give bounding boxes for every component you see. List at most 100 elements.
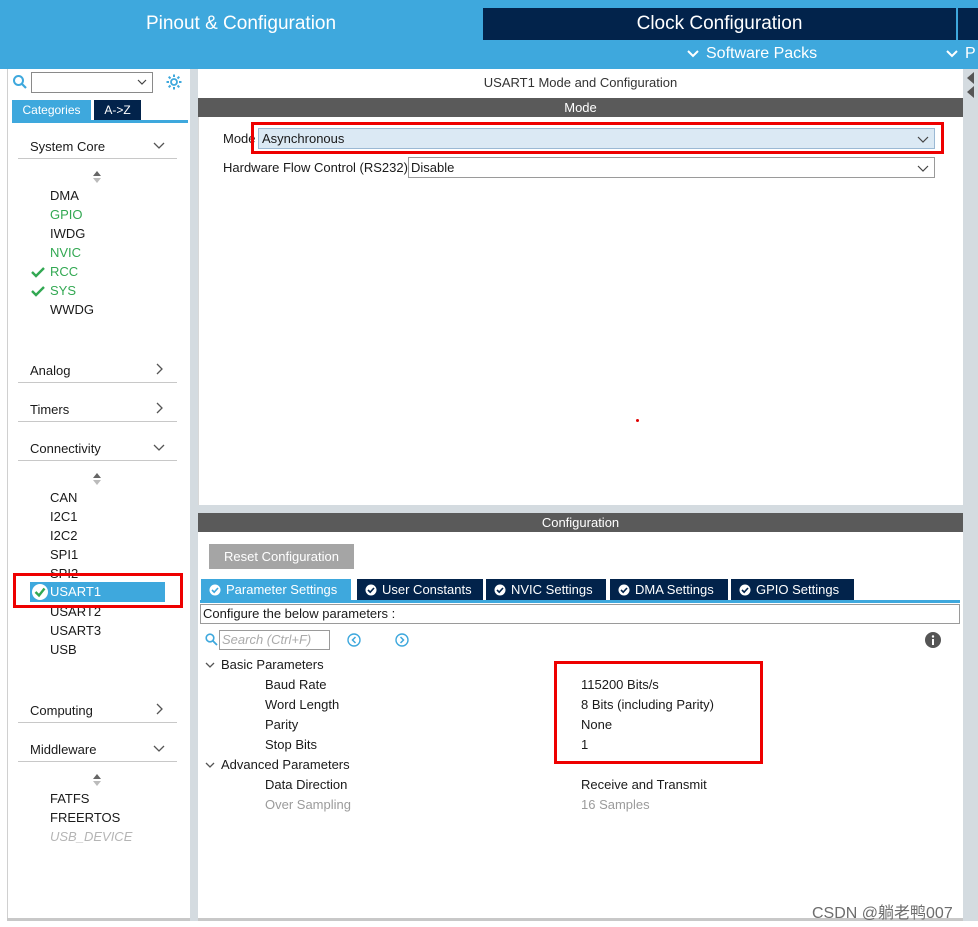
chevron-down-icon <box>946 50 958 58</box>
check-circle-icon <box>365 584 377 595</box>
red-dot-mark <box>636 419 639 422</box>
parameter-search-input[interactable]: Search (Ctrl+F) <box>219 630 330 650</box>
tab-overflow[interactable] <box>958 8 978 40</box>
param-value-data-direction[interactable]: Receive and Transmit <box>581 777 707 792</box>
hw-flow-control-label: Hardware Flow Control (RS232) <box>223 160 408 175</box>
param-name-parity: Parity <box>265 717 299 732</box>
watermark: CSDN @躺老鸭007 <box>812 905 953 922</box>
tab-nvic-settings[interactable]: NVIC Settings <box>486 579 606 600</box>
list-item-usb-device[interactable]: USB_DEVICE <box>50 829 132 844</box>
check-circle-icon <box>209 584 221 595</box>
group-basic-parameters[interactable]: Basic Parameters <box>205 657 324 672</box>
list-item-i2c1[interactable]: I2C1 <box>50 509 77 524</box>
check-icon <box>31 286 45 297</box>
param-name-word-length: Word Length <box>265 697 340 712</box>
tab-dma-settings[interactable]: DMA Settings <box>610 579 728 600</box>
category-label: Analog <box>30 363 71 378</box>
tab-parameter-settings[interactable]: Parameter Settings <box>201 579 351 600</box>
previous-result-icon[interactable] <box>346 632 362 648</box>
category-analog[interactable]: Analog <box>18 358 177 383</box>
tab-label: GPIO Settings <box>756 582 840 597</box>
tab-clock-configuration[interactable]: Clock Configuration <box>483 8 956 40</box>
tab-label: Parameter Settings <box>226 582 338 597</box>
sort-icon[interactable] <box>93 774 101 786</box>
sidebar-bottom-border <box>7 918 190 921</box>
group-label: Advanced Parameters <box>221 757 350 772</box>
category-search-combo[interactable] <box>31 72 153 93</box>
list-item-wwdg[interactable]: WWDG <box>50 302 94 317</box>
check-icon <box>31 267 45 278</box>
chevron-down-icon <box>687 50 699 58</box>
param-name-data-direction: Data Direction <box>265 777 348 792</box>
list-item-i2c2[interactable]: I2C2 <box>50 528 77 543</box>
tab-underline <box>200 600 960 603</box>
tab-underline <box>12 120 188 123</box>
right-collapsed-panel[interactable] <box>963 69 978 921</box>
param-name-over-sampling: Over Sampling <box>265 797 351 812</box>
category-middleware[interactable]: Middleware <box>18 737 177 762</box>
list-item-nvic[interactable]: NVIC <box>50 245 81 260</box>
category-label: Connectivity <box>30 441 101 456</box>
tab-a-to-z[interactable]: A->Z <box>94 100 141 120</box>
tab-gpio-settings[interactable]: GPIO Settings <box>731 579 854 600</box>
category-timers[interactable]: Timers <box>18 397 177 422</box>
tab-label: NVIC Settings <box>511 582 593 597</box>
next-result-icon[interactable] <box>394 632 410 648</box>
chevron-down-icon <box>137 79 147 85</box>
search-icon <box>13 75 27 89</box>
highlight-mode-box <box>251 122 944 154</box>
list-item-can[interactable]: CAN <box>50 490 77 505</box>
category-connectivity[interactable]: Connectivity <box>18 436 177 461</box>
pinout-menu-partial[interactable]: P <box>945 42 976 66</box>
list-item-usart3[interactable]: USART3 <box>50 623 101 638</box>
category-label: Middleware <box>30 742 97 757</box>
list-item-sys[interactable]: SYS <box>50 283 76 298</box>
hw-flow-control-value: Disable <box>411 160 455 175</box>
info-icon[interactable] <box>925 632 941 648</box>
param-value-over-sampling: 16 Samples <box>581 797 650 812</box>
chevron-down-icon <box>153 745 165 752</box>
check-circle-icon <box>618 584 630 595</box>
horizontal-splitter[interactable] <box>198 505 963 513</box>
list-item-usb[interactable]: USB <box>50 642 77 657</box>
vertical-splitter[interactable] <box>190 69 198 921</box>
category-label: Timers <box>30 402 70 417</box>
tab-label: DMA Settings <box>635 582 714 597</box>
tab-pinout-configuration[interactable]: Pinout & Configuration <box>0 8 482 40</box>
category-label: System Core <box>30 139 106 154</box>
list-item-iwdg[interactable]: IWDG <box>50 226 85 241</box>
chevron-right-icon <box>156 402 163 414</box>
collapse-arrows-icon[interactable] <box>964 70 976 100</box>
sort-icon[interactable] <box>93 473 101 485</box>
group-advanced-parameters[interactable]: Advanced Parameters <box>205 757 350 772</box>
tab-user-constants[interactable]: User Constants <box>357 579 483 600</box>
list-item-freertos[interactable]: FREERTOS <box>50 810 120 825</box>
list-item-gpio[interactable]: GPIO <box>50 207 83 222</box>
check-circle-icon <box>494 584 506 595</box>
list-item-rcc[interactable]: RCC <box>50 264 78 279</box>
list-item-dma[interactable]: DMA <box>50 188 79 203</box>
chevron-down-icon <box>205 762 215 768</box>
list-item-spi1[interactable]: SPI1 <box>50 547 78 562</box>
list-item-fatfs[interactable]: FATFS <box>50 791 89 806</box>
group-label: Basic Parameters <box>221 657 324 672</box>
sidebar-border <box>7 69 8 921</box>
chevron-down-icon <box>153 444 165 451</box>
check-circle-icon <box>739 584 751 595</box>
param-name-baud-rate: Baud Rate <box>265 677 327 692</box>
sort-icon[interactable] <box>93 171 101 183</box>
category-system-core[interactable]: System Core <box>18 134 177 159</box>
pinout-menu-label: P <box>965 45 976 62</box>
chevron-down-icon <box>205 662 215 668</box>
hw-flow-control-select[interactable]: Disable <box>408 157 935 178</box>
category-label: Computing <box>30 703 93 718</box>
gear-icon[interactable] <box>165 73 183 91</box>
highlight-usart1-box <box>13 573 183 608</box>
software-packs-menu[interactable]: Software Packs <box>686 42 817 66</box>
category-computing[interactable]: Computing <box>18 698 177 723</box>
reset-configuration-button[interactable]: Reset Configuration <box>209 544 354 569</box>
chevron-right-icon <box>156 703 163 715</box>
tab-categories[interactable]: Categories <box>12 100 91 120</box>
panel-title: USART1 Mode and Configuration <box>483 75 678 90</box>
configuration-section-header: Configuration <box>198 513 963 532</box>
